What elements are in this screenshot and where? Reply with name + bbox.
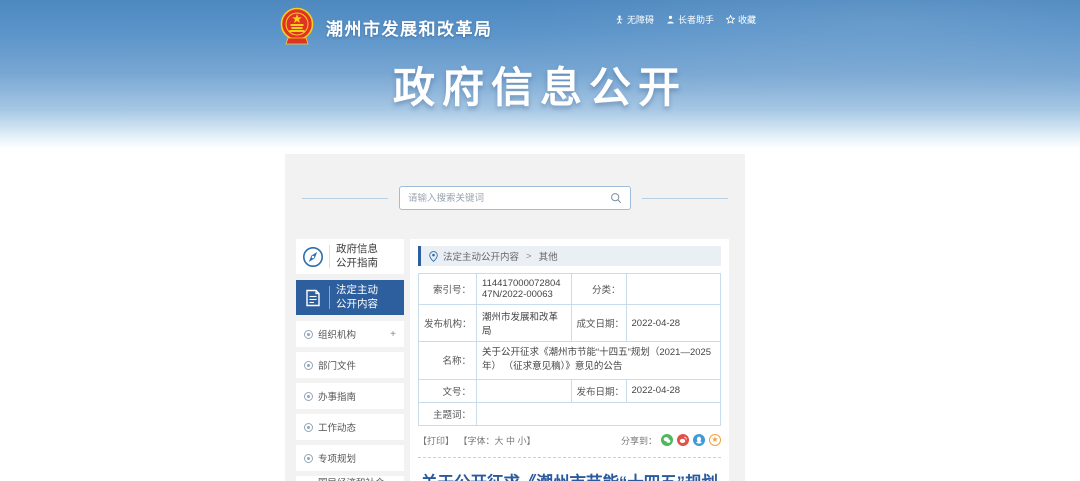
sidebar: 政府信息 公开指南 [296, 239, 404, 481]
publish-date-value: 2022-04-28 [626, 379, 721, 402]
keywords-label: 主题词： [419, 402, 477, 425]
sidebar-item-label: 政府信息 公开指南 [336, 243, 378, 270]
wechat-share-icon[interactable] [661, 434, 673, 446]
table-row: 名称： 关于公开征求《潮州市节能“十四五”规划（2021—2025年） （征求意… [419, 342, 721, 380]
decorative-line-right [642, 198, 728, 199]
table-row: 索引号： 11441700007280447N/2022-00063 分类： [419, 274, 721, 305]
sidebar-item-label: 专项规划 [318, 451, 356, 465]
elder-assistant-link[interactable]: 长者助手 [666, 13, 714, 26]
sidebar-item-special-plans[interactable]: 专项规划 [296, 445, 404, 471]
keywords-value [477, 402, 721, 425]
sidebar-item-department-documents[interactable]: 部门文件 [296, 352, 404, 378]
accessibility-link[interactable]: 无障碍 [615, 13, 654, 26]
doc-number-label: 文号： [419, 379, 477, 402]
publish-date-label: 发布日期： [571, 379, 626, 402]
decorative-line-left [302, 198, 388, 199]
sidebar-item-statutory-disclosure[interactable]: 法定主动 公开内容 [296, 280, 404, 315]
top-link-label: 长者助手 [678, 13, 714, 26]
sidebar-item-label: 组织机构 [318, 327, 356, 341]
index-number-label: 索引号： [419, 274, 477, 305]
search-row [285, 154, 745, 210]
banner: 潮州市发展和改革局 无障碍 长者助手 收藏 [0, 0, 1080, 148]
compass-icon [301, 246, 325, 268]
publisher-label: 发布机构： [419, 305, 477, 342]
magnifier-icon[interactable] [610, 192, 622, 204]
table-row: 主题词： [419, 402, 721, 425]
breadcrumb-separator: > [526, 251, 532, 262]
top-links: 无障碍 长者助手 收藏 [615, 13, 756, 26]
breadcrumb-current: 其他 [539, 249, 558, 263]
banner-page-title: 政府信息公开 [0, 54, 1080, 115]
bullet-circle-icon [304, 423, 313, 432]
article-tools: 【打印】 【字体：大 中 小】 分享到： [418, 434, 721, 447]
share-controls: 分享到： [621, 434, 721, 447]
more-share-icon[interactable]: ★ [709, 434, 721, 446]
index-number-value: 11441700007280447N/2022-00063 [477, 274, 572, 305]
search-box [399, 186, 631, 210]
sidebar-item-service-guide[interactable]: 办事指南 [296, 383, 404, 409]
top-link-label: 收藏 [738, 13, 756, 26]
sidebar-item-national-economy[interactable]: 国民经济和社会发... [296, 476, 404, 481]
top-link-label: 无障碍 [627, 13, 654, 26]
national-emblem-icon [278, 7, 316, 47]
content-panel: 政府信息 公开指南 [285, 154, 745, 481]
name-value: 关于公开征求《潮州市节能“十四五”规划（2021—2025年） （征求意见稿）》… [477, 342, 721, 380]
qq-share-icon[interactable] [693, 434, 705, 446]
written-date-label: 成文日期： [571, 305, 626, 342]
sidebar-item-work-updates[interactable]: 工作动态 [296, 414, 404, 440]
document-meta-table: 索引号： 11441700007280447N/2022-00063 分类： 发… [418, 273, 721, 426]
publisher-value: 潮州市发展和改革局 [477, 305, 572, 342]
main-content: 法定主动公开内容 > 其他 索引号： 11441700007280447N/20… [410, 239, 729, 481]
name-label: 名称： [419, 342, 477, 380]
favorite-star-icon [726, 15, 735, 24]
bullet-circle-icon [304, 330, 313, 339]
dashed-divider [418, 457, 721, 458]
search-input[interactable] [408, 193, 610, 204]
accessibility-icon [615, 15, 624, 24]
site-header: 潮州市发展和改革局 [278, 7, 493, 47]
bullet-circle-icon [304, 361, 313, 370]
bullet-circle-icon [304, 454, 313, 463]
breadcrumb: 法定主动公开内容 > 其他 [418, 246, 721, 266]
document-icon [301, 288, 325, 308]
written-date-value: 2022-04-28 [626, 305, 721, 342]
content-columns: 政府信息 公开指南 [285, 239, 745, 481]
sidebar-item-label: 工作动态 [318, 420, 356, 434]
font-size-control[interactable]: 【字体：大 中 小】 [459, 436, 536, 446]
divider [329, 245, 330, 268]
sidebar-item-label: 部门文件 [318, 358, 356, 372]
sidebar-item-label: 法定主动 公开内容 [336, 284, 378, 311]
bullet-circle-icon [304, 392, 313, 401]
breadcrumb-section[interactable]: 法定主动公开内容 [443, 249, 519, 263]
divider [329, 286, 330, 309]
share-label: 分享到： [621, 434, 657, 447]
table-row: 发布机构： 潮州市发展和改革局 成文日期： 2022-04-28 [419, 305, 721, 342]
sidebar-item-disclosure-guide[interactable]: 政府信息 公开指南 [296, 239, 404, 274]
article-title: 关于公开征求《潮州市节能“十四五”规划（2021—2025年） （征求意见稿）》… [419, 471, 721, 481]
expand-plus-icon[interactable]: + [390, 329, 396, 340]
elder-assistant-icon [666, 15, 675, 24]
favorite-link[interactable]: 收藏 [726, 13, 756, 26]
sidebar-item-label: 办事指南 [318, 389, 356, 403]
table-row: 文号： 发布日期： 2022-04-28 [419, 379, 721, 402]
weibo-share-icon[interactable] [677, 434, 689, 446]
print-button[interactable]: 【打印】 [418, 436, 454, 446]
doc-number-value [477, 379, 572, 402]
category-label: 分类： [571, 274, 626, 305]
sidebar-item-label: 国民经济和社会发... [318, 475, 396, 481]
page: 潮州市发展和改革局 无障碍 长者助手 收藏 [0, 0, 1080, 481]
location-pin-icon [429, 251, 438, 262]
category-value [626, 274, 721, 305]
site-name: 潮州市发展和改革局 [326, 15, 493, 40]
print-font-controls: 【打印】 【字体：大 中 小】 [418, 434, 538, 447]
sidebar-item-organization[interactable]: 组织机构 + [296, 321, 404, 347]
